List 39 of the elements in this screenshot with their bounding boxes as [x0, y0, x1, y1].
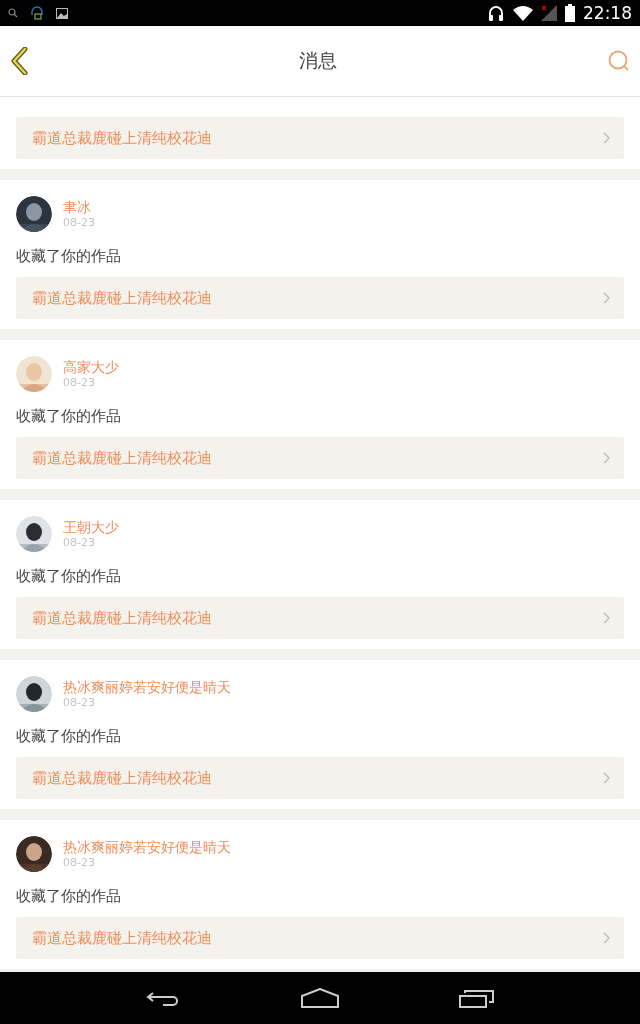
message-text: 收藏了你的作品: [16, 566, 122, 586]
wifi-icon: [513, 5, 533, 21]
user-name[interactable]: 热冰爽丽婷若安好便是晴天: [63, 678, 231, 696]
work-link[interactable]: 霸道总裁鹿碰上清纯校花迪: [16, 597, 624, 639]
message-text: 收藏了你的作品: [16, 246, 122, 266]
work-link[interactable]: 霸道总裁鹿碰上清纯校花迪: [16, 437, 624, 479]
signal-icon: [541, 5, 557, 21]
message-date: 08-23: [63, 216, 95, 230]
work-link[interactable]: 霸道总裁鹿碰上清纯校花迪: [16, 757, 624, 799]
back-icon[interactable]: [145, 989, 181, 1007]
chevron-right-icon: [603, 772, 610, 784]
back-icon[interactable]: [10, 47, 28, 75]
image-icon: [56, 7, 68, 19]
message-date: 08-23: [63, 536, 96, 550]
search-icon: [8, 8, 18, 18]
chevron-right-icon: [603, 452, 610, 464]
message-date: 08-23: [63, 696, 96, 710]
work-link[interactable]: 霸道总裁鹿碰上清纯校花迪: [16, 917, 624, 959]
message-date: 08-23: [63, 856, 96, 870]
message-date: 08-23: [63, 376, 96, 390]
message-text: 收藏了你的作品: [16, 406, 122, 426]
chevron-right-icon: [603, 292, 610, 304]
work-link[interactable]: 霸道总裁鹿碰上清纯校花迪: [16, 117, 624, 159]
chevron-right-icon: [603, 132, 610, 144]
home-icon[interactable]: [301, 988, 339, 1008]
status-time: 22:18: [583, 3, 632, 23]
user-name[interactable]: 热冰爽丽婷若安好便是晴天: [63, 838, 231, 856]
battery-icon: [565, 4, 575, 22]
user-name[interactable]: 王朝大少: [63, 518, 119, 536]
page-title: 消息: [299, 48, 337, 73]
recent-apps-icon[interactable]: [459, 988, 495, 1008]
chevron-right-icon: [603, 612, 610, 624]
message-text: 收藏了你的作品: [16, 886, 122, 906]
headphones-icon: [487, 4, 505, 22]
user-name[interactable]: 高家大少: [63, 358, 119, 376]
work-link[interactable]: 霸道总裁鹿碰上清纯校花迪: [16, 277, 624, 319]
message-text: 收藏了你的作品: [16, 726, 122, 746]
user-name[interactable]: 聿冰: [63, 198, 95, 216]
chevron-right-icon: [603, 932, 610, 944]
